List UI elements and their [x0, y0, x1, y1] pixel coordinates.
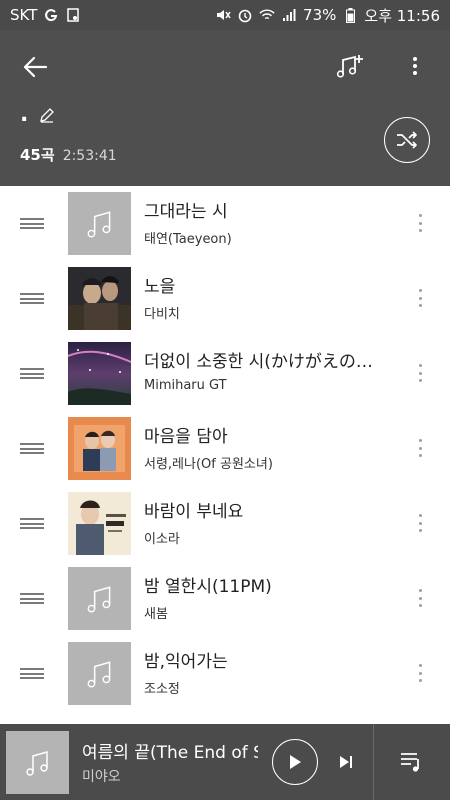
song-count: 45곡 — [20, 146, 55, 164]
music-note-icon — [87, 585, 110, 612]
clock: 오후 11:56 — [364, 6, 440, 25]
shuffle-icon — [397, 131, 417, 149]
song-title[interactable]: 밤,익어가는 — [144, 650, 394, 674]
play-icon — [290, 755, 301, 769]
g-network-icon — [43, 7, 59, 23]
skip-next-icon — [340, 756, 352, 768]
drag-handle-icon[interactable] — [20, 668, 44, 679]
mute-icon — [215, 7, 231, 23]
song-more-icon[interactable] — [410, 287, 430, 309]
drag-handle-icon[interactable] — [20, 443, 44, 454]
song-artist[interactable]: 조소정 — [144, 678, 394, 697]
song-row[interactable]: 밤,익어가는조소정 — [0, 636, 450, 711]
mini-player[interactable]: 여름의 끝(The End of S 미야오 — [0, 724, 450, 800]
battery-icon — [342, 7, 358, 23]
next-track-button[interactable] — [332, 748, 360, 776]
drag-handle-icon[interactable] — [20, 518, 44, 529]
more-vertical-icon — [413, 57, 417, 75]
song-more-icon[interactable] — [410, 587, 430, 609]
album-art-placeholder[interactable] — [68, 192, 131, 255]
album-art[interactable] — [67, 342, 132, 405]
song-artist[interactable]: 서령,레나(Of 공원소녀) — [144, 453, 394, 472]
drag-handle-icon[interactable] — [20, 293, 44, 304]
drag-handle-icon[interactable] — [20, 593, 44, 604]
playlist-title: . — [20, 102, 29, 127]
song-row[interactable]: 더없이 소중한 시(かけがえの… Mimiharu GT — [0, 336, 450, 411]
song-artist[interactable]: 이소라 — [144, 528, 394, 547]
song-artist[interactable]: Mimiharu GT — [144, 378, 394, 393]
playlist-header: . 45곡 2:53:41 — [0, 30, 450, 186]
song-more-icon[interactable] — [410, 437, 430, 459]
drag-handle-icon[interactable] — [20, 368, 44, 379]
song-title[interactable]: 마음을 담아 — [144, 425, 394, 449]
total-duration: 2:53:41 — [62, 148, 117, 164]
album-art-placeholder[interactable] — [68, 567, 131, 630]
album-art[interactable] — [68, 417, 131, 480]
alarm-icon — [237, 7, 253, 23]
carrier-label: SKT — [10, 6, 38, 24]
notification-file-icon — [65, 7, 81, 23]
drag-handle-icon[interactable] — [20, 218, 44, 229]
playlist-queue-button[interactable] — [396, 746, 428, 778]
music-note-icon — [87, 660, 110, 687]
song-row[interactable]: 그대라는 시태연(Taeyeon) — [0, 186, 450, 261]
song-title[interactable]: 밤 열한시(11PM) — [144, 575, 394, 599]
now-playing-album-art[interactable] — [6, 731, 69, 794]
song-more-icon[interactable] — [410, 212, 430, 234]
music-note-icon — [87, 210, 110, 237]
play-button[interactable] — [272, 739, 318, 785]
signal-icon — [281, 7, 297, 23]
song-more-icon[interactable] — [410, 662, 430, 684]
song-row[interactable]: 노을다비치 — [0, 261, 450, 336]
status-bar: SKT 73% 오후 11:56 — [0, 0, 450, 30]
song-more-icon[interactable] — [410, 512, 430, 534]
pencil-icon — [40, 108, 55, 123]
song-list[interactable]: 그대라는 시 태연(Taeyeon) 노을 다비치 더없이 소중한 시(かけがえの… Mi… — [0, 186, 450, 724]
music-note-icon — [25, 750, 48, 776]
album-art-placeholder[interactable] — [68, 642, 131, 705]
album-art[interactable] — [68, 492, 131, 555]
song-artist[interactable]: 태연(Taeyeon) — [144, 228, 394, 247]
wifi-icon — [259, 7, 275, 23]
song-title[interactable]: 노을 — [144, 275, 394, 299]
song-artist[interactable]: 다비치 — [144, 303, 394, 322]
song-row[interactable]: 마음을 담아서령,레나(Of 공원소녀) — [0, 411, 450, 486]
edit-title-button[interactable] — [38, 106, 56, 124]
back-button[interactable] — [18, 50, 52, 84]
battery-percent: 73% — [303, 6, 337, 24]
back-arrow-icon — [23, 56, 48, 78]
now-playing-title[interactable]: 여름의 끝(The End of S — [82, 738, 258, 763]
add-music-button[interactable] — [332, 48, 368, 84]
song-title[interactable]: 더없이 소중한 시(かけがえの… — [144, 350, 394, 374]
song-title[interactable]: 바람이 부네요 — [144, 500, 394, 524]
more-options-button[interactable] — [400, 48, 430, 84]
now-playing-artist[interactable]: 미야오 — [82, 766, 121, 786]
queue-music-icon — [401, 753, 419, 772]
shuffle-button[interactable] — [384, 117, 430, 163]
song-artist[interactable]: 새봄 — [144, 603, 394, 622]
add-music-icon — [336, 55, 363, 78]
song-title[interactable]: 그대라는 시 — [144, 200, 394, 224]
song-more-icon[interactable] — [410, 362, 430, 384]
song-row[interactable]: 밤 열한시(11PM) 새봄 — [0, 561, 450, 636]
song-row[interactable]: 바람이 부네요이소라 — [0, 486, 450, 561]
album-art[interactable] — [68, 267, 131, 330]
player-divider — [373, 724, 374, 800]
